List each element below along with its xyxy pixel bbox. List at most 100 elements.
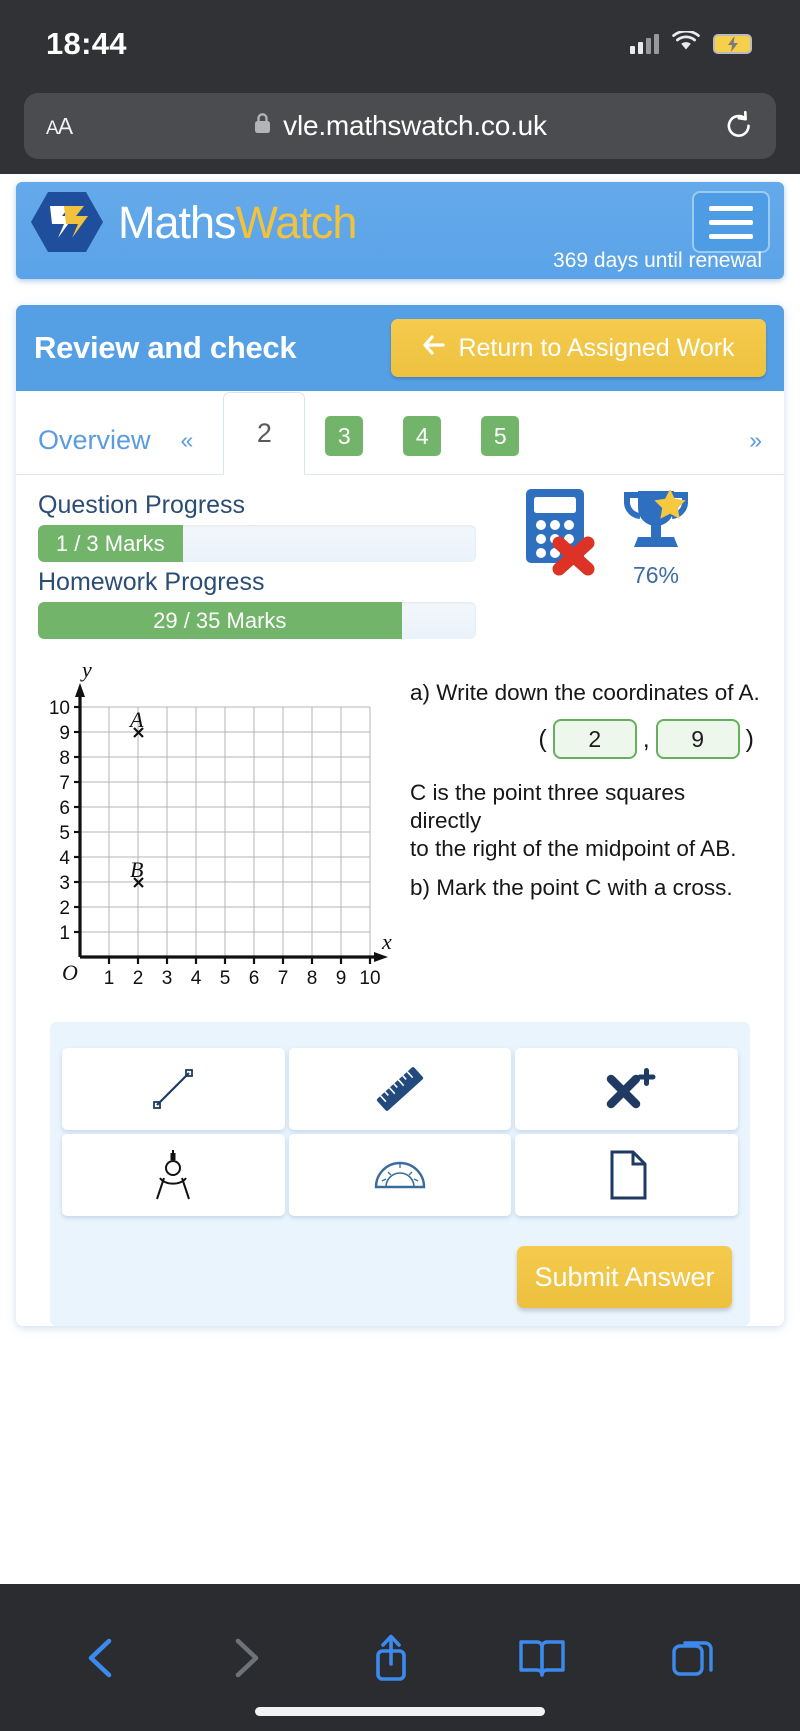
tabs-button[interactable]: [670, 1635, 718, 1681]
web-page-content: MathsWatch 369 days until renewal Review…: [0, 174, 800, 1350]
question-part-a: a) Write down the coordinates of A.: [410, 680, 760, 705]
bookmarks-button[interactable]: [517, 1635, 567, 1681]
question-stem-line-2: to the right of the midpoint of AB.: [410, 836, 737, 862]
return-to-assigned-work-button[interactable]: Return to Assigned Work: [391, 319, 766, 377]
open-paren: (: [538, 724, 547, 753]
url-display: vle.mathswatch.co.uk: [24, 110, 776, 142]
close-paren: ): [745, 724, 754, 753]
homework-progress-fill: 29 / 35 Marks: [38, 602, 402, 639]
tab-next-arrow[interactable]: »: [749, 427, 762, 474]
status-bar: 18:44: [0, 0, 800, 88]
mathswatch-hex-icon: [30, 190, 104, 254]
question-progress-fill: 1 / 3 Marks: [38, 525, 183, 562]
svg-text:2: 2: [133, 968, 144, 989]
coordinate-grid[interactable]: 10 9 8 765 432 1 123 456 789 10 y x O A …: [38, 657, 398, 1002]
coordinate-answer-row: ( 2 , 9 ): [410, 719, 762, 760]
answer-x-field[interactable]: 2: [552, 719, 637, 760]
brand-watch: Watch: [235, 196, 358, 248]
page-icon: [610, 1150, 647, 1200]
url-text: vle.mathswatch.co.uk: [283, 110, 547, 141]
line-segment-icon: [153, 1069, 194, 1109]
tab-active-question[interactable]: 2: [223, 392, 306, 475]
chevron-left-icon: [88, 1638, 112, 1677]
tab-question-3[interactable]: 3: [325, 416, 364, 456]
tab-prev-arrow[interactable]: «: [151, 427, 224, 474]
status-time: 18:44: [46, 26, 127, 61]
svg-text:10: 10: [49, 698, 70, 719]
svg-text:5: 5: [220, 968, 231, 989]
trophy-percent: 76%: [632, 562, 680, 588]
site-header: MathsWatch 369 days until renewal: [16, 182, 784, 279]
svg-text:O: O: [62, 960, 78, 985]
tab-question-4[interactable]: 4: [403, 416, 442, 456]
svg-text:9: 9: [336, 968, 347, 989]
trophy-icon: [618, 485, 694, 560]
share-icon: [376, 1634, 406, 1681]
renewal-notice: 369 days until renewal: [553, 249, 762, 272]
text-size-button[interactable]: AA: [46, 113, 73, 140]
ruler-tool-button[interactable]: [288, 1048, 512, 1130]
protractor-icon: [374, 1161, 426, 1189]
hamburger-menu-icon[interactable]: [692, 191, 770, 253]
ruler-icon: [376, 1067, 424, 1111]
plot-point-tool-button[interactable]: [515, 1048, 738, 1130]
answer-y-field[interactable]: 9: [655, 719, 740, 760]
review-card: Review and check Return to Assigned Work…: [16, 305, 784, 1326]
svg-text:6: 6: [249, 968, 260, 989]
screen: 18:44 AA vle.mathswatch.co.uk MathsWatch…: [0, 0, 800, 1731]
svg-text:9: 9: [59, 723, 70, 744]
question-stem-line-1: C is the point three squares directly: [410, 780, 686, 834]
lock-icon: [253, 112, 272, 140]
svg-text:4: 4: [191, 968, 202, 989]
brand-logo[interactable]: MathsWatch: [30, 190, 770, 254]
svg-text:8: 8: [307, 968, 318, 989]
svg-text:x: x: [381, 929, 392, 954]
svg-text:7: 7: [278, 968, 289, 989]
cellular-signal-icon: [630, 34, 659, 54]
svg-text:1: 1: [104, 968, 115, 989]
svg-text:7: 7: [59, 773, 70, 794]
status-indicators: [630, 29, 752, 57]
question-part-b: b) Mark the point C with a cross.: [410, 874, 733, 900]
book-icon: [518, 1639, 565, 1677]
svg-text:3: 3: [162, 968, 173, 989]
line-tool-button[interactable]: [62, 1048, 285, 1130]
protractor-tool-button[interactable]: [288, 1134, 512, 1216]
tabs-icon: [672, 1640, 713, 1676]
battery-charging-icon: [713, 34, 752, 54]
forward-button[interactable]: [225, 1635, 265, 1681]
svg-text:3: 3: [59, 873, 70, 894]
svg-text:6: 6: [59, 798, 70, 819]
compass-tool-button[interactable]: [62, 1134, 285, 1216]
brand-maths: Maths: [118, 196, 237, 248]
home-indicator: [255, 1707, 545, 1716]
svg-text:y: y: [80, 657, 92, 682]
progress-section: Question Progress 1 / 3 Marks Homework P…: [16, 475, 784, 639]
svg-text:8: 8: [59, 748, 70, 769]
browser-url-bar: AA vle.mathswatch.co.uk: [0, 88, 800, 174]
question-text: a) Write down the coordinates of A. ( 2 …: [398, 657, 762, 1002]
back-button[interactable]: [82, 1635, 122, 1681]
question-tabs: Overview « 2 3 4 5 »: [16, 391, 784, 475]
clear-page-tool-button[interactable]: [515, 1134, 738, 1216]
url-field[interactable]: AA vle.mathswatch.co.uk: [24, 93, 776, 159]
brand-text: MathsWatch: [118, 196, 358, 248]
tab-question-5[interactable]: 5: [481, 416, 520, 456]
question-content: 10 9 8 765 432 1 123 456 789 10 y x O A …: [16, 639, 784, 1002]
drawing-tools-panel: Submit Answer: [50, 1022, 750, 1326]
submit-row: Submit Answer: [62, 1246, 738, 1308]
page-title: Review and check: [34, 330, 297, 365]
svg-text:5: 5: [59, 823, 70, 844]
tab-overview[interactable]: Overview: [38, 425, 151, 474]
svg-text:4: 4: [59, 848, 70, 869]
reload-icon[interactable]: [724, 110, 754, 142]
no-calculator-icon: [522, 485, 604, 582]
share-button[interactable]: [369, 1632, 413, 1684]
svg-text:2: 2: [59, 898, 70, 919]
tool-grid: [62, 1048, 738, 1216]
submit-answer-button[interactable]: Submit Answer: [517, 1246, 732, 1308]
safari-toolbar: [0, 1584, 800, 1731]
cross-plus-icon: [606, 1068, 656, 1109]
review-header: Review and check Return to Assigned Work: [16, 305, 784, 391]
return-button-label: Return to Assigned Work: [458, 333, 735, 362]
